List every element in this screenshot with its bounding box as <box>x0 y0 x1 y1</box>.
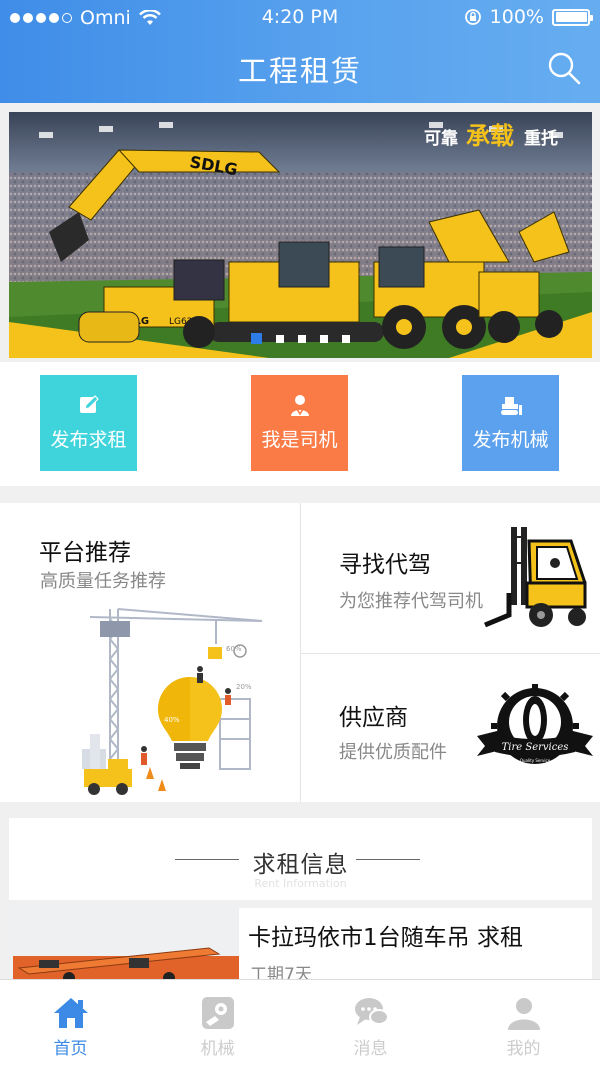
status-bar: Omni 4:20 PM 100% <box>0 0 600 36</box>
stat-label: 20% <box>236 683 252 691</box>
machine-icon <box>201 997 234 1029</box>
badge-text: Tire Services <box>502 742 569 753</box>
rent-info-header: 求租信息 Rent Information <box>9 818 592 900</box>
driver-icon <box>290 395 309 416</box>
battery-icon <box>552 8 593 26</box>
stat-label: 60% <box>226 645 242 653</box>
banner-slogan: 可靠 <box>424 128 458 149</box>
tab-home[interactable]: 首页 <box>0 980 141 1067</box>
rent-info-title: 求租信息 <box>252 852 349 878</box>
home-icon <box>53 998 88 1028</box>
find-driver-subtitle: 为您推荐代驾司机 <box>339 591 483 612</box>
quick-actions: 发布求租 我是司机 发布机械 <box>0 362 600 486</box>
platform-recommend-title: 平台推荐 <box>39 540 131 566</box>
app-header: Omni 4:20 PM 100% 工程租赁 <box>0 0 600 103</box>
find-driver-title: 寻找代驾 <box>339 552 431 578</box>
badge-subtext: Quality Service <box>520 758 551 763</box>
svg-text:重托: 重托 <box>524 128 558 149</box>
post-machine-button[interactable]: 发布机械 <box>462 375 559 471</box>
forklift-icon <box>484 527 587 628</box>
tab-machine[interactable]: 机械 <box>141 980 294 1067</box>
stat-label: 40% <box>164 716 180 724</box>
construction-illustration: 60% 20% 40% <box>82 608 263 795</box>
carousel-indicators <box>9 333 592 344</box>
edit-icon <box>79 395 99 413</box>
list-item[interactable]: 卡拉玛依市1台随车吊 求租 工期7天 <box>9 908 592 980</box>
svg-text:承载: 承载 <box>466 122 514 150</box>
carousel-dot[interactable] <box>342 334 350 343</box>
banner-image: 可靠 承载 重托 SDLG SDLG LG6208 <box>9 112 592 358</box>
search-icon[interactable] <box>546 50 582 86</box>
rent-item-title: 卡拉玛依市1台随车吊 求租 <box>248 925 523 951</box>
supplier-card[interactable]: 供应商 提供优质配件 Tire Services Quality Service <box>301 654 600 802</box>
bulldozer-icon <box>500 397 522 415</box>
tab-profile[interactable]: 我的 <box>447 980 600 1067</box>
platform-recommend-subtitle: 高质量任务推荐 <box>40 571 166 592</box>
promo-grid: 平台推荐 高质量任务推荐 60% 20% 40% 寻找代驾 为您推荐代驾司机 供… <box>0 503 600 802</box>
supplier-subtitle: 提供优质配件 <box>339 742 447 763</box>
carousel-dot[interactable] <box>251 333 262 344</box>
message-icon <box>354 998 389 1025</box>
carousel-dot[interactable] <box>320 334 328 343</box>
post-rent-request-button[interactable]: 发布求租 <box>40 375 137 471</box>
page-title: 工程租赁 <box>237 54 362 88</box>
carousel-dot[interactable] <box>276 334 284 343</box>
carousel-dot[interactable] <box>298 334 306 343</box>
orientation-lock-icon <box>464 9 481 25</box>
i-am-driver-button[interactable]: 我是司机 <box>251 375 348 471</box>
banner-carousel[interactable]: 可靠 承载 重托 SDLG SDLG LG6208 <box>9 112 592 358</box>
rent-info-subtitle: Rent Information <box>254 877 347 890</box>
find-driver-card[interactable]: 寻找代驾 为您推荐代驾司机 <box>301 503 600 653</box>
tire-services-logo: Tire Services Quality Service <box>477 684 593 764</box>
platform-recommend-card[interactable]: 平台推荐 高质量任务推荐 60% 20% 40% <box>0 503 300 802</box>
rent-item-duration: 工期7天 <box>250 965 312 980</box>
battery-percent: 100% <box>489 6 544 28</box>
crane-thumbnail <box>9 908 239 980</box>
supplier-title: 供应商 <box>339 705 408 731</box>
user-icon <box>507 998 540 1030</box>
bottom-tab-bar: 首页 机械 消息 我的 <box>0 979 600 1067</box>
tab-messages[interactable]: 消息 <box>294 980 447 1067</box>
